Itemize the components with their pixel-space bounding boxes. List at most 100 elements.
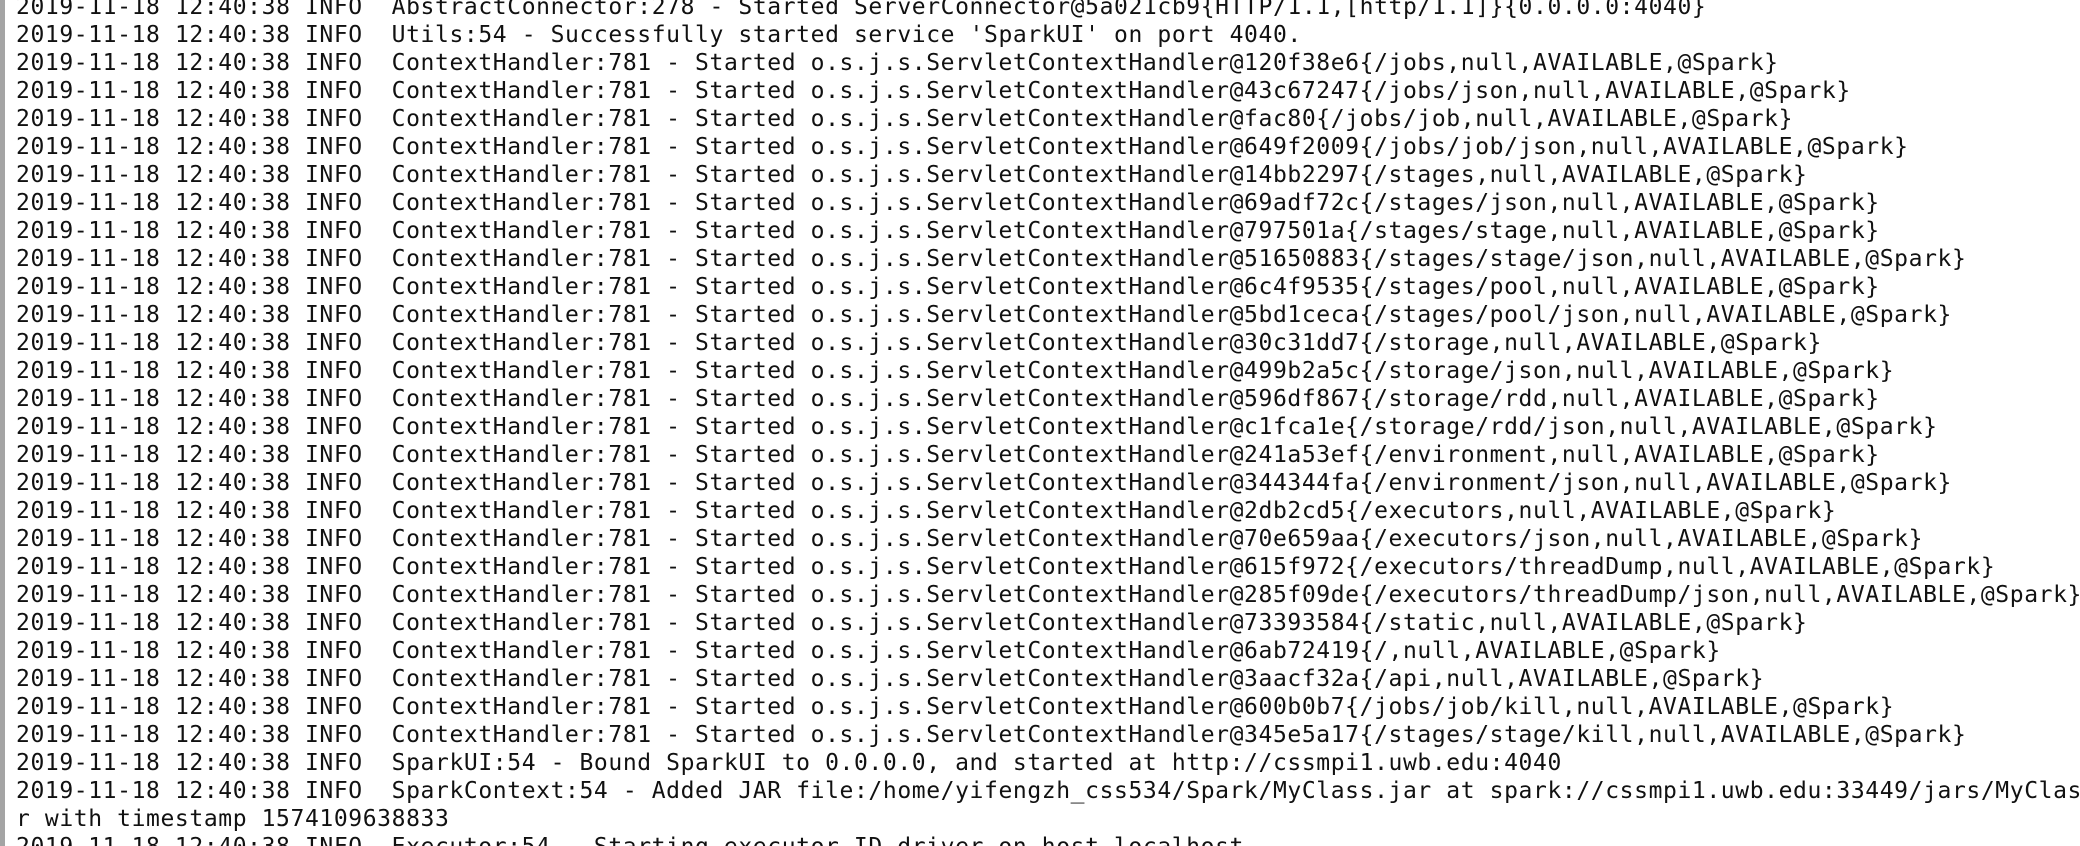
log-level: INFO: [304, 302, 363, 328]
log-line: 2019-11-18 12:40:38 INFO ContextHandler:…: [16, 49, 2066, 77]
log-time: 12:40:38: [174, 330, 291, 356]
log-time: 12:40:38: [174, 778, 291, 804]
log-line: 2019-11-18 12:40:38 INFO ContextHandler:…: [16, 525, 2066, 553]
log-message: ContextHandler:781 - Started o.s.j.s.Ser…: [377, 610, 1808, 636]
log-level: INFO: [304, 274, 363, 300]
log-level: INFO: [304, 554, 363, 580]
log-date: 2019-11-18: [16, 106, 161, 132]
log-message: SparkContext:54 - Added JAR file:/home/y…: [377, 778, 2080, 804]
log-date: 2019-11-18: [16, 750, 161, 776]
log-line: 2019-11-18 12:40:38 INFO ContextHandler:…: [16, 553, 2066, 581]
log-message: ContextHandler:781 - Started o.s.j.s.Ser…: [377, 106, 1794, 132]
log-date: 2019-11-18: [16, 694, 161, 720]
log-line: 2019-11-18 12:40:38 INFO SparkContext:54…: [16, 777, 2080, 805]
log-message: ContextHandler:781 - Started o.s.j.s.Ser…: [377, 190, 1880, 216]
log-level: INFO: [304, 470, 363, 496]
log-date: 2019-11-18: [16, 0, 161, 20]
log-line: 2019-11-18 12:40:38 INFO ContextHandler:…: [16, 217, 2066, 245]
log-time: 12:40:38: [174, 0, 291, 20]
log-line: 2019-11-18 12:40:38 INFO ContextHandler:…: [16, 469, 2066, 497]
log-date: 2019-11-18: [16, 778, 161, 804]
log-level: INFO: [304, 694, 363, 720]
log-message: SparkUI:54 - Bound SparkUI to 0.0.0.0, a…: [377, 750, 1562, 776]
log-time: 12:40:38: [174, 162, 291, 188]
log-level: INFO: [304, 778, 363, 804]
log-level: INFO: [304, 442, 363, 468]
log-time: 12:40:38: [174, 50, 291, 76]
log-message: AbstractConnector:278 - Started ServerCo…: [377, 0, 1707, 20]
log-level: INFO: [304, 582, 363, 608]
log-line: 2019-11-18 12:40:38 INFO ContextHandler:…: [16, 105, 2066, 133]
log-time: 12:40:38: [174, 442, 291, 468]
log-date: 2019-11-18: [16, 638, 161, 664]
log-line: 2019-11-18 12:40:38 INFO ContextHandler:…: [16, 385, 2066, 413]
log-level: INFO: [304, 498, 363, 524]
log-time: 12:40:38: [174, 470, 291, 496]
log-level: INFO: [304, 162, 363, 188]
log-level: INFO: [304, 750, 363, 776]
log-message: ContextHandler:781 - Started o.s.j.s.Ser…: [377, 274, 1880, 300]
log-date: 2019-11-18: [16, 134, 161, 160]
log-message: ContextHandler:781 - Started o.s.j.s.Ser…: [377, 218, 1880, 244]
log-line: 2019-11-18 12:40:38 INFO SparkUI:54 - Bo…: [16, 749, 2066, 777]
log-level: INFO: [304, 722, 363, 748]
log-message: ContextHandler:781 - Started o.s.j.s.Ser…: [377, 246, 1967, 272]
log-date: 2019-11-18: [16, 274, 161, 300]
log-message: ContextHandler:781 - Started o.s.j.s.Ser…: [377, 302, 1952, 328]
log-date: 2019-11-18: [16, 582, 161, 608]
log-date: 2019-11-18: [16, 414, 161, 440]
log-level: INFO: [304, 50, 363, 76]
log-date: 2019-11-18: [16, 358, 161, 384]
log-output[interactable]: 2019-11-18 12:40:38 INFO AbstractConnect…: [16, 0, 2080, 846]
log-message: ContextHandler:781 - Started o.s.j.s.Ser…: [377, 470, 1952, 496]
log-time: 12:40:38: [174, 274, 291, 300]
log-date: 2019-11-18: [16, 190, 161, 216]
log-level: INFO: [304, 610, 363, 636]
log-time: 12:40:38: [174, 106, 291, 132]
log-line: 2019-11-18 12:40:38 INFO ContextHandler:…: [16, 133, 2066, 161]
log-date: 2019-11-18: [16, 442, 161, 468]
log-date: 2019-11-18: [16, 666, 161, 692]
log-line-partial: 2019-11-18 12:40:38 INFO Executor:54 - S…: [16, 833, 2066, 846]
log-date: 2019-11-18: [16, 470, 161, 496]
log-line: 2019-11-18 12:40:38 INFO ContextHandler:…: [16, 413, 2066, 441]
log-line: 2019-11-18 12:40:38 INFO ContextHandler:…: [16, 609, 2066, 637]
log-time: 12:40:38: [174, 526, 291, 552]
log-date: 2019-11-18: [16, 218, 161, 244]
log-line: 2019-11-18 12:40:38 INFO ContextHandler:…: [16, 721, 2066, 749]
log-message: r with timestamp 1574109638833: [16, 806, 450, 832]
log-message: ContextHandler:781 - Started o.s.j.s.Ser…: [377, 386, 1880, 412]
log-time: 12:40:38: [174, 750, 291, 776]
terminal-window[interactable]: 2019-11-18 12:40:38 INFO AbstractConnect…: [0, 0, 2080, 846]
log-date: 2019-11-18: [16, 246, 161, 272]
log-line: 2019-11-18 12:40:38 INFO ContextHandler:…: [16, 441, 2066, 469]
log-date: 2019-11-18: [16, 50, 161, 76]
log-message: 2019-11-18 12:40:38 INFO Executor:54 - S…: [16, 834, 1244, 846]
log-date: 2019-11-18: [16, 386, 161, 412]
log-level: INFO: [304, 218, 363, 244]
log-time: 12:40:38: [174, 190, 291, 216]
log-line: 2019-11-18 12:40:38 INFO ContextHandler:…: [16, 497, 2066, 525]
log-time: 12:40:38: [174, 582, 291, 608]
log-message: ContextHandler:781 - Started o.s.j.s.Ser…: [377, 638, 1721, 664]
log-message: ContextHandler:781 - Started o.s.j.s.Ser…: [377, 526, 1924, 552]
log-time: 12:40:38: [174, 554, 291, 580]
log-date: 2019-11-18: [16, 722, 161, 748]
log-level: INFO: [304, 526, 363, 552]
log-message: ContextHandler:781 - Started o.s.j.s.Ser…: [377, 162, 1808, 188]
log-level: INFO: [304, 106, 363, 132]
log-message: ContextHandler:781 - Started o.s.j.s.Ser…: [377, 414, 1938, 440]
log-level: INFO: [304, 246, 363, 272]
log-message: Utils:54 - Successfully started service …: [377, 22, 1302, 48]
log-line: 2019-11-18 12:40:38 INFO ContextHandler:…: [16, 665, 2066, 693]
log-line: 2019-11-18 12:40:38 INFO ContextHandler:…: [16, 637, 2066, 665]
log-date: 2019-11-18: [16, 162, 161, 188]
log-message: ContextHandler:781 - Started o.s.j.s.Ser…: [377, 134, 1909, 160]
log-level: INFO: [304, 134, 363, 160]
log-time: 12:40:38: [174, 638, 291, 664]
log-time: 12:40:38: [174, 498, 291, 524]
log-level: INFO: [304, 414, 363, 440]
log-message: ContextHandler:781 - Started o.s.j.s.Ser…: [377, 554, 1996, 580]
log-time: 12:40:38: [174, 246, 291, 272]
log-line: 2019-11-18 12:40:38 INFO ContextHandler:…: [16, 329, 2066, 357]
